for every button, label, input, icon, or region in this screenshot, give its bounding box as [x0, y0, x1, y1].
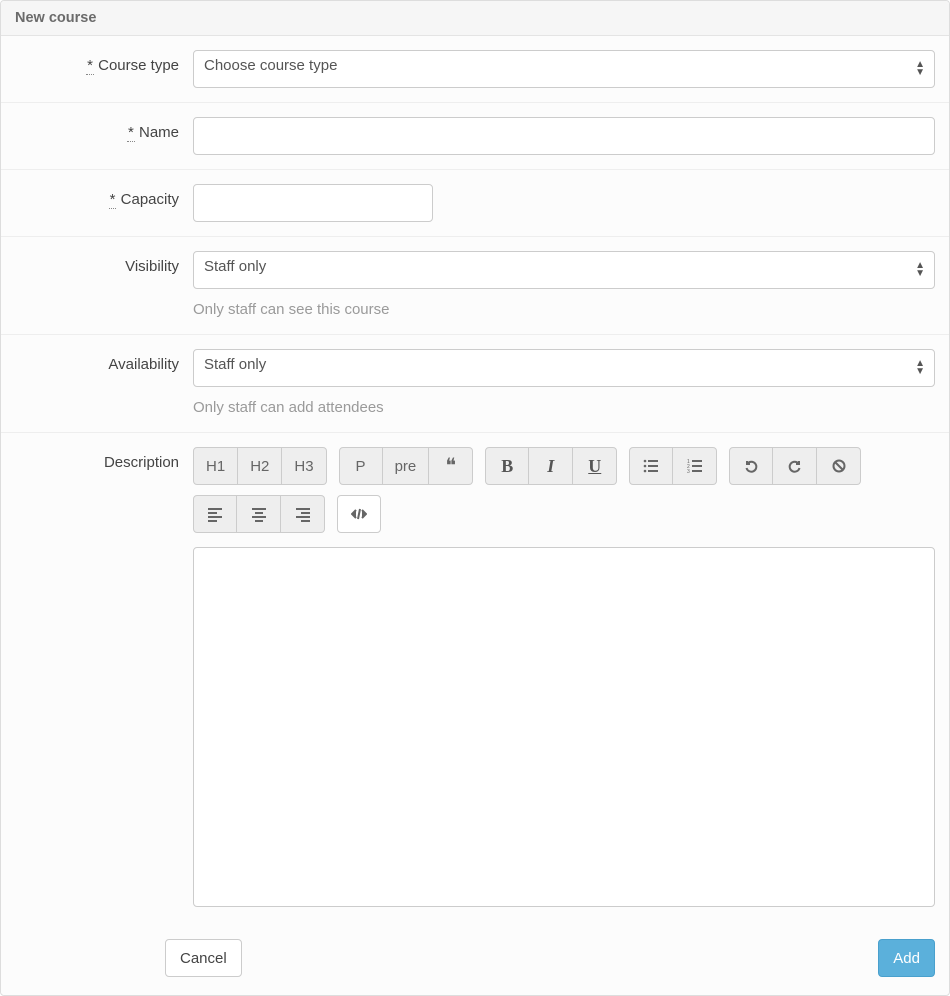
heading-2-button[interactable]: H2: [238, 447, 282, 485]
capacity-input[interactable]: [193, 184, 433, 222]
label-availability: Availability: [15, 349, 193, 373]
form-footer: Cancel Add: [1, 921, 949, 995]
label-capacity: * Capacity: [15, 184, 193, 208]
redo-icon: [787, 458, 803, 474]
paragraph-button[interactable]: P: [339, 447, 383, 485]
label-name: * Name: [15, 117, 193, 141]
align-left-icon: [207, 506, 223, 522]
heading-1-button[interactable]: H1: [193, 447, 238, 485]
row-description: Description H1 H2 H3 P pre ❝ B I: [1, 433, 949, 921]
align-center-icon: [251, 506, 267, 522]
add-button[interactable]: Add: [878, 939, 935, 977]
align-right-icon: [295, 506, 311, 522]
align-right-button[interactable]: [281, 495, 325, 533]
visibility-select[interactable]: Staff only: [193, 251, 935, 289]
align-center-button[interactable]: [237, 495, 281, 533]
svg-text:3: 3: [687, 469, 690, 474]
required-marker: *: [109, 191, 117, 209]
row-course-type: * Course type Choose course type ▲▼: [1, 36, 949, 103]
html-source-button[interactable]: [337, 495, 381, 533]
ban-icon: [831, 458, 847, 474]
underline-icon: U: [588, 456, 601, 477]
list-ol-icon: 123: [687, 458, 703, 474]
code-icon: [351, 506, 367, 522]
undo-button[interactable]: [729, 447, 773, 485]
row-availability: Availability Staff only ▲▼ Only staff ca…: [1, 335, 949, 433]
required-marker: *: [127, 124, 135, 142]
bold-icon: B: [501, 456, 513, 477]
align-left-button[interactable]: [193, 495, 237, 533]
visibility-help: Only staff can see this course: [193, 301, 935, 318]
blockquote-button[interactable]: ❝: [429, 447, 473, 485]
description-editor[interactable]: [193, 547, 935, 907]
label-description: Description: [15, 447, 193, 471]
label-visibility: Visibility: [15, 251, 193, 275]
availability-help: Only staff can add attendees: [193, 399, 935, 416]
row-visibility: Visibility Staff only ▲▼ Only staff can …: [1, 237, 949, 335]
italic-icon: I: [547, 456, 554, 477]
label-course-type: * Course type: [15, 50, 193, 74]
list-ul-icon: [643, 458, 659, 474]
course-type-select[interactable]: Choose course type: [193, 50, 935, 88]
heading-3-button[interactable]: H3: [282, 447, 326, 485]
underline-button[interactable]: U: [573, 447, 617, 485]
new-course-panel: New course * Course type Choose course t…: [0, 0, 950, 996]
italic-button[interactable]: I: [529, 447, 573, 485]
preformatted-button[interactable]: pre: [383, 447, 430, 485]
row-name: * Name: [1, 103, 949, 170]
bold-button[interactable]: B: [485, 447, 529, 485]
ordered-list-button[interactable]: 123: [673, 447, 717, 485]
required-marker: *: [86, 57, 94, 75]
name-input[interactable]: [193, 117, 935, 155]
undo-icon: [743, 458, 759, 474]
panel-title: New course: [1, 1, 949, 36]
clear-format-button[interactable]: [817, 447, 861, 485]
unordered-list-button[interactable]: [629, 447, 673, 485]
availability-select[interactable]: Staff only: [193, 349, 935, 387]
row-capacity: * Capacity: [1, 170, 949, 237]
editor-toolbar: H1 H2 H3 P pre ❝ B I U: [193, 447, 935, 533]
cancel-button[interactable]: Cancel: [165, 939, 242, 977]
redo-button[interactable]: [773, 447, 817, 485]
